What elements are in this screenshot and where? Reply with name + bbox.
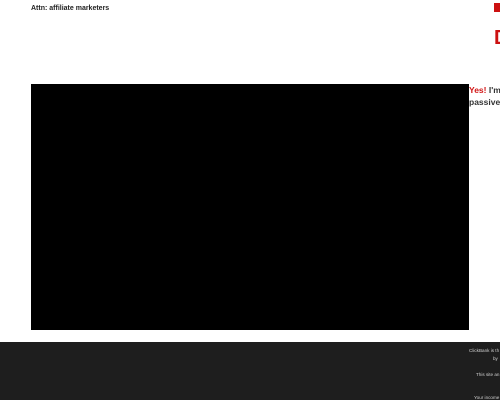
footer-disclaimer-line-4: Your income <box>474 395 500 400</box>
headline-red-fragment-top <box>494 3 500 12</box>
footer: ClickBank is th by This site an Your inc… <box>0 342 500 400</box>
yes-highlight: Yes! <box>469 85 487 95</box>
side-copy-line-1-rest: I'm n <box>488 85 500 95</box>
headline-red-fragment: D <box>494 28 500 48</box>
video-player[interactable] <box>31 84 469 330</box>
side-copy: Yes! I'm n passive i <box>469 84 500 108</box>
side-copy-line-1: Yes! I'm n <box>469 84 500 96</box>
page: Attn: affiliate marketers D Yes! I'm n p… <box>0 0 500 400</box>
footer-disclaimer-line-3: This site an <box>476 372 500 377</box>
attn-label: Attn: affiliate marketers <box>31 5 110 12</box>
footer-disclaimer-line-2: by <box>493 356 498 361</box>
side-copy-line-2: passive i <box>469 97 500 107</box>
footer-disclaimer-line-1: ClickBank is th <box>469 348 500 353</box>
